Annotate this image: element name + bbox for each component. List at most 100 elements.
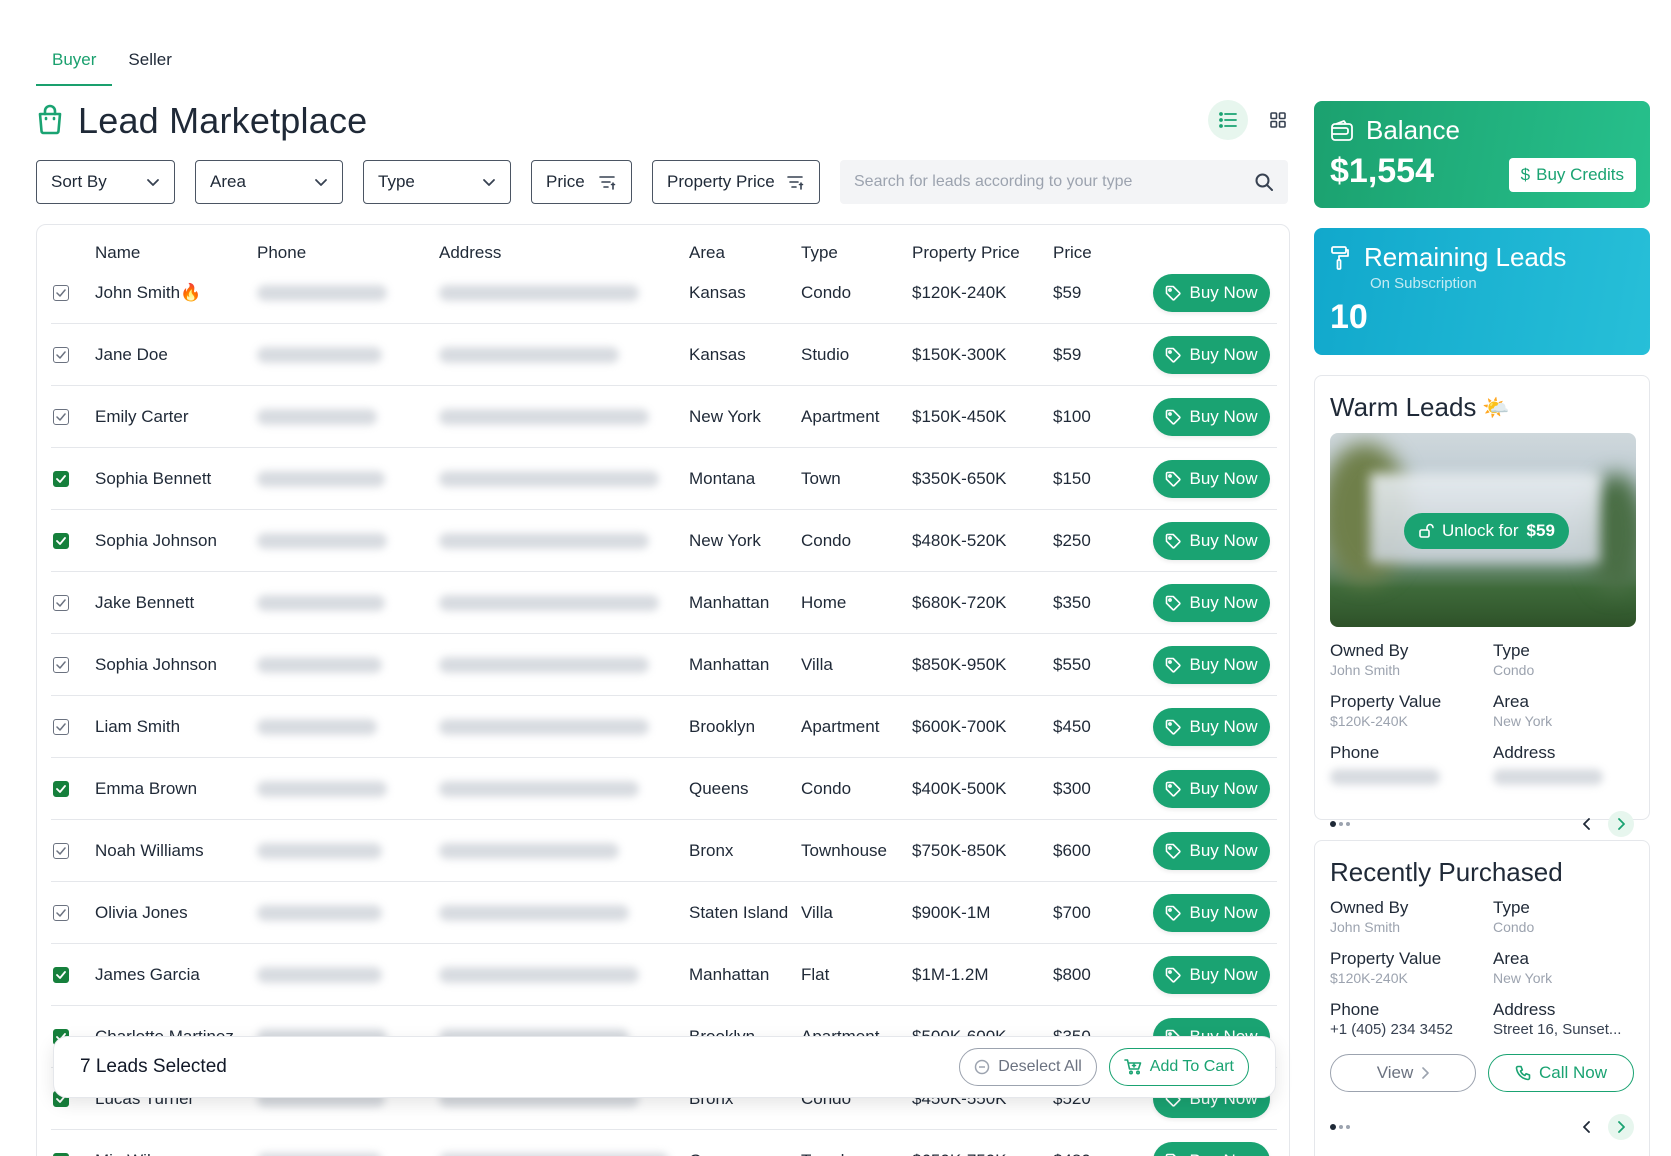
lead-area: Brooklyn	[689, 716, 756, 736]
lead-name: Sophia Bennett	[95, 468, 212, 488]
prev-button[interactable]	[1574, 1114, 1600, 1140]
buy-now-button[interactable]: Buy Now	[1153, 521, 1270, 560]
buy-now-button[interactable]: Buy Now	[1153, 645, 1270, 684]
tag-icon	[1166, 781, 1182, 797]
unlock-button[interactable]: Unlock for $59	[1404, 513, 1569, 549]
row-checkbox[interactable]	[53, 284, 69, 301]
buy-now-button[interactable]: Buy Now	[1153, 707, 1270, 746]
buy-now-button[interactable]: Buy Now	[1153, 893, 1270, 932]
lead-area: Kansas	[689, 282, 746, 302]
buy-now-button[interactable]: Buy Now	[1153, 955, 1270, 994]
carousel-dots	[1330, 821, 1350, 827]
buy-now-button[interactable]: Buy Now	[1153, 583, 1270, 622]
lead-area: Montana	[689, 468, 756, 488]
row-checkbox[interactable]	[53, 470, 69, 487]
sort-filter-icon	[787, 176, 804, 190]
call-now-button[interactable]: Call Now	[1488, 1054, 1634, 1092]
phone-hidden	[257, 532, 387, 549]
balance-card: Balance $1,554 $ Buy Credits	[1314, 101, 1650, 208]
address-hidden	[439, 718, 649, 735]
deselect-all-button[interactable]: Deselect All	[959, 1048, 1097, 1086]
lead-name: Sophia Johnson	[95, 530, 217, 550]
column-header-price[interactable]: Price	[1053, 243, 1092, 263]
tab-seller[interactable]: Seller	[112, 44, 187, 86]
grid-view-button[interactable]	[1258, 100, 1298, 140]
phone-icon	[1515, 1065, 1531, 1081]
buy-now-button[interactable]: Buy Now	[1153, 335, 1270, 374]
tag-icon	[1166, 347, 1182, 363]
search-icon[interactable]	[1254, 172, 1274, 192]
view-button[interactable]: View	[1330, 1054, 1476, 1092]
property-value-value: $120K-240K	[1330, 970, 1408, 986]
area-label: Area	[210, 172, 246, 191]
tab-buyer[interactable]: Buyer	[36, 44, 113, 86]
column-header-phone[interactable]: Phone	[257, 243, 306, 263]
property-value-label: Property Value	[1330, 949, 1442, 968]
price-filter[interactable]: Price	[531, 160, 632, 204]
buy-now-button[interactable]: Buy Now	[1153, 273, 1270, 312]
buy-now-button[interactable]: Buy Now	[1153, 459, 1270, 498]
column-header-property-price[interactable]: Property Price	[912, 243, 1020, 263]
lead-price: $250	[1053, 530, 1091, 550]
owned-by-label: Owned By	[1330, 898, 1409, 917]
row-checkbox[interactable]	[53, 346, 69, 363]
column-header-address[interactable]: Address	[439, 243, 501, 263]
buy-now-label: Buy Now	[1189, 840, 1258, 860]
prev-button[interactable]	[1574, 811, 1600, 837]
lead-area: Queens	[689, 778, 749, 798]
grid-icon	[1270, 112, 1286, 128]
area-dropdown[interactable]: Area	[195, 160, 343, 204]
call-now-label: Call Now	[1538, 1063, 1608, 1082]
lead-area: Kansas	[689, 344, 746, 364]
buy-now-button[interactable]: Buy Now	[1153, 831, 1270, 870]
table-row: Noah Williams Bronx Townhouse $750K-850K $60…	[51, 820, 1277, 882]
phone-hidden	[257, 594, 385, 611]
add-to-cart-label: Add To Cart	[1149, 1058, 1234, 1075]
lead-type: Apartment	[801, 716, 880, 736]
lead-property-price: $350K-650K	[912, 468, 1007, 488]
recently-purchased-title: Recently Purchased	[1330, 857, 1563, 887]
row-checkbox[interactable]	[53, 532, 69, 549]
buy-now-button[interactable]: Buy Now	[1153, 769, 1270, 808]
price-label: Price	[546, 172, 585, 191]
buy-now-label: Buy Now	[1189, 778, 1258, 798]
column-header-name[interactable]: Name	[95, 243, 140, 263]
lead-price: $300	[1053, 778, 1091, 798]
column-header-area[interactable]: Area	[689, 243, 725, 263]
add-to-cart-button[interactable]: Add To Cart	[1108, 1048, 1249, 1086]
row-checkbox[interactable]	[53, 408, 69, 425]
type-dropdown[interactable]: Type	[363, 160, 511, 204]
row-checkbox[interactable]	[53, 780, 69, 797]
row-checkbox[interactable]	[53, 594, 69, 611]
list-view-button[interactable]	[1208, 100, 1248, 140]
property-price-filter[interactable]: Property Price	[652, 160, 820, 204]
search-input[interactable]	[854, 173, 1254, 191]
lead-area: Manhattan	[689, 592, 770, 612]
lead-price: $600	[1053, 840, 1091, 860]
buy-now-label: Buy Now	[1189, 902, 1258, 922]
selection-bar: 7 Leads Selected Deselect All Add To Car…	[53, 1036, 1276, 1098]
row-checkbox[interactable]	[53, 718, 69, 735]
row-checkbox[interactable]	[53, 904, 69, 921]
sort-by-dropdown[interactable]: Sort By	[36, 160, 175, 204]
row-checkbox[interactable]	[53, 1152, 69, 1156]
lead-name: John Smith🔥	[95, 282, 202, 302]
buy-now-button[interactable]: Buy Now	[1153, 1141, 1270, 1156]
next-button[interactable]	[1608, 811, 1634, 837]
lead-area: New York	[689, 406, 761, 426]
phone-hidden	[257, 780, 387, 797]
property-value-label: Property Value	[1330, 692, 1442, 711]
row-checkbox[interactable]	[53, 966, 69, 983]
next-button[interactable]	[1608, 1114, 1634, 1140]
lead-type: Apartment	[801, 406, 880, 426]
column-header-type[interactable]: Type	[801, 243, 838, 263]
view-toggle	[1208, 100, 1298, 140]
buy-now-label: Buy Now	[1189, 468, 1258, 488]
buy-credits-button[interactable]: $ Buy Credits	[1508, 158, 1636, 192]
row-checkbox[interactable]	[53, 842, 69, 859]
purchased-lead-details: Owned By John Smith Type Condo Property Va…	[1330, 898, 1634, 1038]
buy-now-button[interactable]: Buy Now	[1153, 397, 1270, 436]
owned-by-value: John Smith	[1330, 919, 1401, 935]
row-checkbox[interactable]	[53, 656, 69, 673]
phone-hidden	[257, 718, 377, 735]
